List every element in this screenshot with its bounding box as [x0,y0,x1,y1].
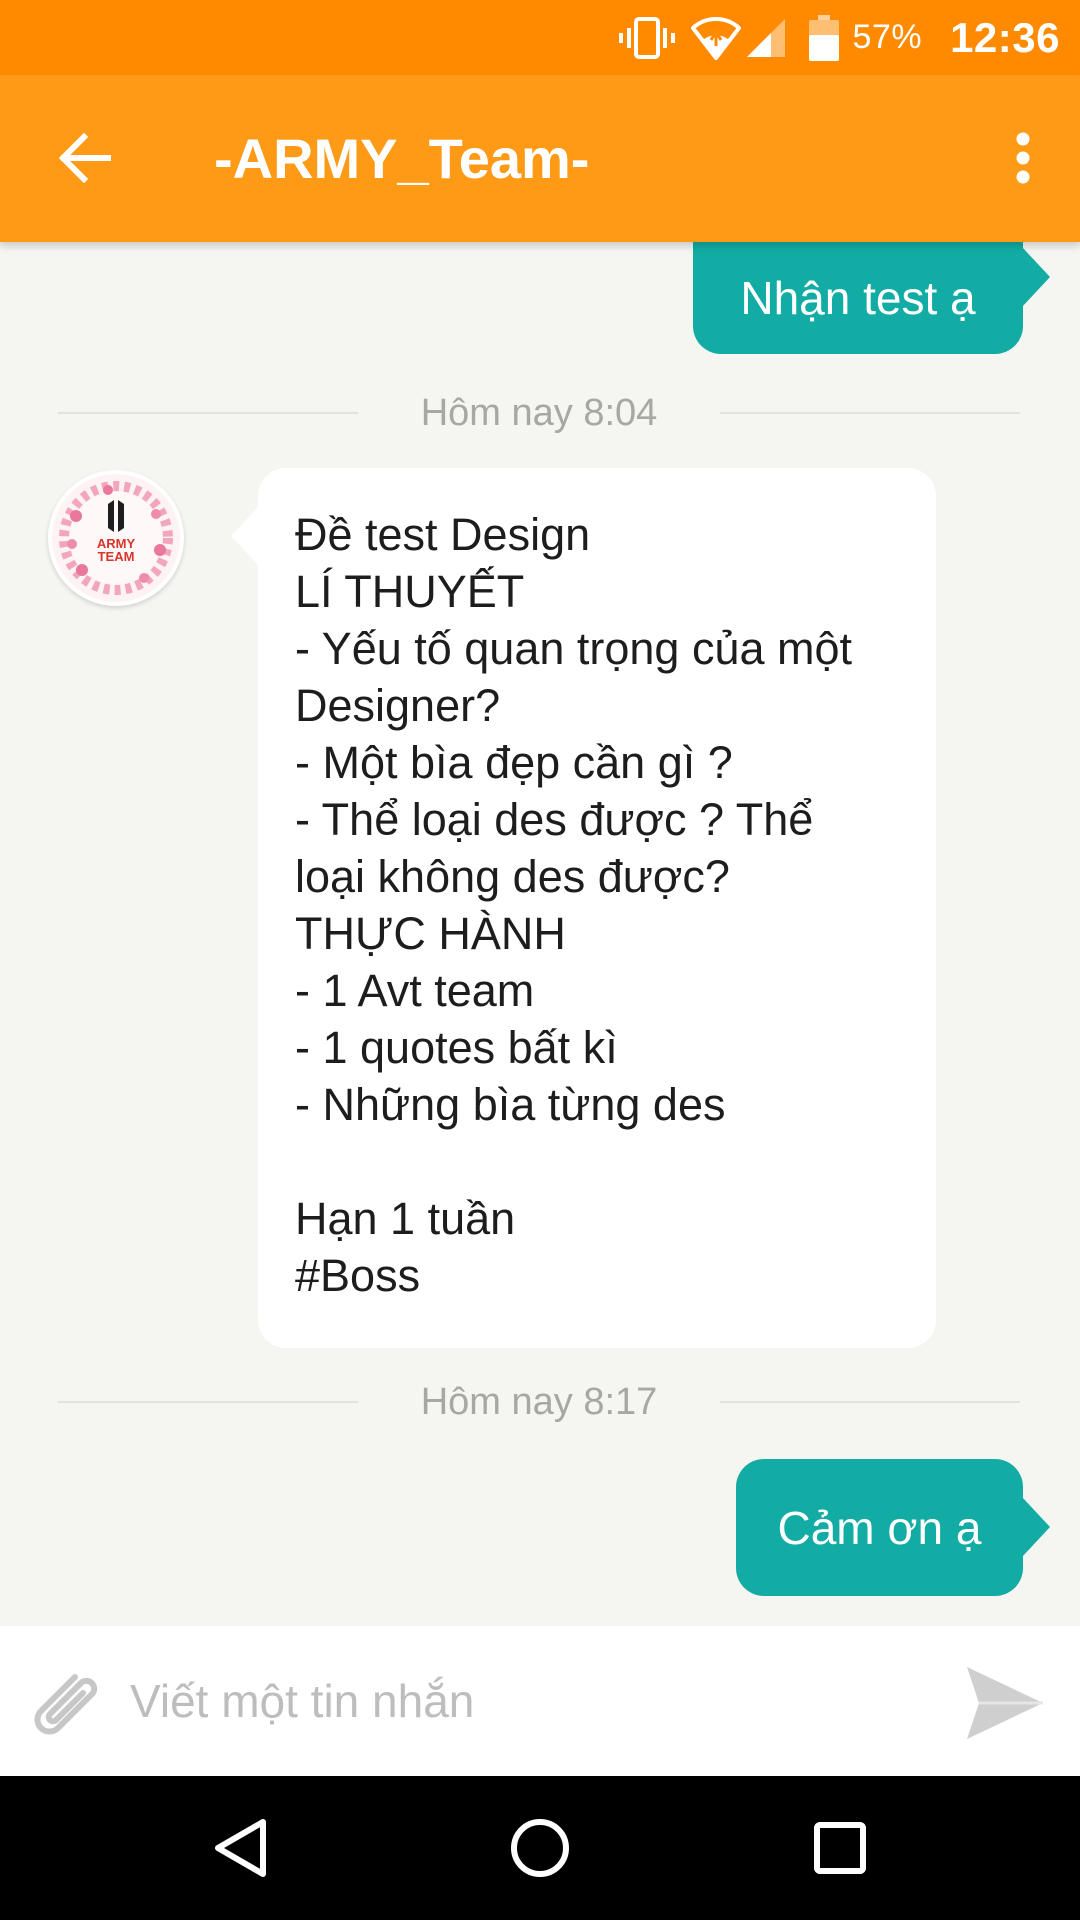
nav-home-button[interactable] [490,1798,590,1898]
message-line: - Những bìa từng des [295,1079,726,1130]
logo-text-team: TEAM [98,549,135,564]
message-line: - 1 quotes bất kì [295,1022,618,1073]
message-line: - Một bìa đẹp cần gì ? [295,737,733,788]
send-button[interactable] [962,1660,1048,1746]
overflow-menu-button[interactable] [988,117,1058,199]
nav-recents-button[interactable] [790,1798,890,1898]
nav-back-button[interactable] [190,1798,290,1898]
message-input[interactable] [130,1656,920,1746]
message-line: THỰC HÀNH [295,908,566,959]
battery-percent: 57% [852,18,923,56]
message-list[interactable]: Nhận test ạ Hôm nay 8:04 ARMY TEAM Đề te… [0,242,1080,1626]
arrow-left-icon [58,133,111,183]
message-line: Designer? [295,680,501,731]
message-text: Nhận test ạ [740,272,976,324]
message-composer [0,1626,1080,1776]
chat-title: -ARMY_Team- [214,127,590,190]
send-icon [967,1667,1043,1739]
battery-icon [808,14,839,61]
message-line: Đề test Design [295,509,591,560]
message-line: loại không des được? [295,851,730,902]
chat-screen: 57% 12:36 -ARMY_Team- Nhận test ạ Hôm na… [0,0,1080,1920]
message-line: #Boss [295,1250,421,1301]
message-line: - Thể loại des được ? Thể [295,794,814,845]
incoming-message[interactable]: Đề test Design LÍ THUYẾT - Yếu tố quan t… [231,468,936,1348]
timestamp-divider: Hôm nay 8:04 [58,383,1020,443]
message-line: - 1 Avt team [295,965,535,1016]
army-team-logo: ARMY TEAM [52,474,180,602]
message-line: LÍ THUYẾT [295,566,525,617]
message-line: - Yếu tố quan trọng của một [295,623,853,674]
message-line [295,1133,916,1190]
bubble-tail [1022,247,1050,307]
status-icons: 57% 12:36 [618,0,1060,75]
bubble-tail [1022,1497,1050,1557]
status-clock: 12:36 [950,13,1060,61]
more-vert-icon [1016,132,1030,184]
message-line: Hạn 1 tuần [295,1193,516,1244]
cell-signal-icon [746,18,785,57]
timestamp-divider: Hôm nay 8:17 [58,1372,1020,1432]
attach-button[interactable] [22,1660,108,1746]
outgoing-message[interactable]: Cảm ơn ạ [736,1459,1050,1596]
system-nav-bar [0,1776,1080,1920]
wifi-icon [690,16,741,60]
outgoing-message[interactable]: Nhận test ạ [693,242,1050,354]
bubble-tail [231,506,259,566]
status-bar: 57% 12:36 [0,0,1080,75]
timestamp-text: Hôm nay 8:17 [420,1381,658,1423]
paperclip-icon [34,1674,98,1735]
back-triangle-icon [215,1819,266,1877]
home-circle-icon [511,1819,569,1877]
timestamp-text: Hôm nay 8:04 [420,392,658,434]
recents-square-icon [814,1822,866,1874]
back-button[interactable] [40,117,130,199]
app-bar: -ARMY_Team- [0,75,1080,242]
vibrate-icon [618,16,675,59]
sender-avatar[interactable]: ARMY TEAM [48,470,184,606]
message-text: Cảm ơn ạ [777,1501,982,1554]
